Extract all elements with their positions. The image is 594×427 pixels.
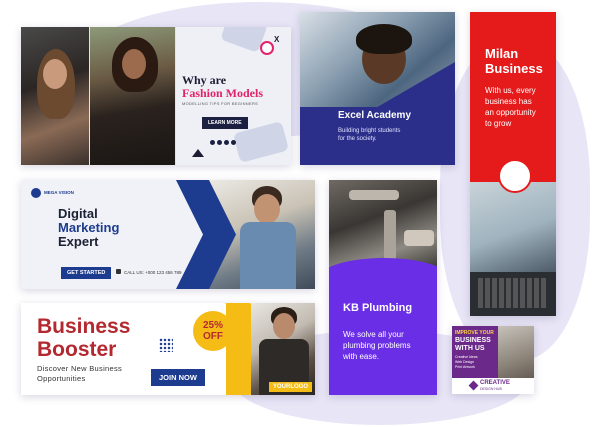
close-icon[interactable]: X xyxy=(274,35,279,44)
milan-title-line2: Business xyxy=(485,61,543,76)
booster-title-line2: Booster xyxy=(37,338,117,361)
digital-title-line3: Expert xyxy=(58,234,99,249)
booster-sub-line1: Discover New Business xyxy=(37,364,123,373)
milan-body-line1: With us, every xyxy=(485,86,536,95)
creative-line1: IMPROVE YOUR xyxy=(455,330,494,336)
creative-logo-line1: CREATIVE xyxy=(480,380,510,386)
model-photo-2 xyxy=(90,27,175,165)
booster-title-line1: Business xyxy=(37,315,131,338)
digital-title-line2: Marketing xyxy=(58,220,120,235)
dot-grid-decor xyxy=(159,338,173,352)
linkedin-icon[interactable] xyxy=(231,140,236,145)
model-photo-1 xyxy=(21,27,89,165)
excel-title: Excel Academy xyxy=(338,110,412,121)
excel-academy-post[interactable]: Excel Academy Building bright students f… xyxy=(300,12,455,165)
triangle-icon xyxy=(192,149,204,157)
creative-service-3: Print Artwork xyxy=(455,365,475,369)
digital-marketing-banner[interactable]: MEGA VISION Digital Marketing Expert GET… xyxy=(21,180,315,289)
brand-name: MEGA VISION xyxy=(44,190,74,195)
creative-logo-line2: DESIGN HUB xyxy=(480,387,502,391)
milan-body-line4: to grow xyxy=(485,119,512,128)
purple-wave-decor xyxy=(329,258,437,298)
twitter-icon[interactable] xyxy=(217,140,222,145)
fashion-models-banner[interactable]: X Why are Fashion Models MODELLING TIPS … xyxy=(21,27,291,165)
digital-title-line1: Digital xyxy=(58,206,98,221)
discount-off: OFF xyxy=(203,331,223,342)
laptop-photo xyxy=(470,182,556,316)
creative-design-post[interactable]: IMPROVE YOUR BUSINESS WITH US Creative I… xyxy=(452,326,534,394)
learn-more-button[interactable]: LEARN MORE xyxy=(202,117,248,129)
kb-body-line3: with ease. xyxy=(343,352,380,361)
fashion-text-panel: X Why are Fashion Models MODELLING TIPS … xyxy=(176,27,291,165)
kb-plumbing-post[interactable]: KB Plumbing We solve all your plumbing p… xyxy=(329,180,437,395)
milan-body-line3: an opportunity xyxy=(485,108,536,117)
facebook-icon[interactable] xyxy=(210,140,215,145)
creative-line2: BUSINESS xyxy=(455,337,491,344)
kb-title: KB Plumbing xyxy=(343,302,413,314)
creative-line3: WITH US xyxy=(455,345,485,352)
excel-subtitle-line2: for the society. xyxy=(338,136,377,142)
call-number: CALL US: +000 123 456 789 xyxy=(124,270,182,275)
milan-title-line1: Milan xyxy=(485,46,519,61)
discount-badge: 25% OFF xyxy=(193,311,233,351)
business-booster-banner[interactable]: Business Booster Discover New Business O… xyxy=(21,303,315,395)
get-started-button[interactable]: GET STARTED xyxy=(61,267,112,279)
social-icons xyxy=(210,132,238,150)
instagram-icon[interactable] xyxy=(224,140,229,145)
milan-body-line2: business has xyxy=(485,97,532,106)
fashion-title-line2: Fashion Models xyxy=(182,86,264,100)
kb-body-line1: We solve all your xyxy=(343,330,404,339)
booster-sub-line2: Opportunities xyxy=(37,374,86,383)
brand-logo-icon xyxy=(31,188,41,198)
fashion-subtitle: MODELLING TIPS FOR BEGINNERS xyxy=(182,101,259,106)
excel-subtitle-line1: Building bright students xyxy=(338,128,401,134)
milan-business-post[interactable]: Milan Business With us, every business h… xyxy=(470,12,556,316)
creative-footer-bar: CREATIVE DESIGN HUB xyxy=(452,378,534,394)
creative-logo-icon xyxy=(468,380,479,391)
join-now-button[interactable]: JOIN NOW xyxy=(151,369,205,386)
badge-icon xyxy=(260,41,274,55)
milan-circle-decor xyxy=(498,159,532,193)
discount-percent: 25% xyxy=(202,320,223,331)
kb-body-line2: plumbing problems xyxy=(343,341,411,350)
your-logo: YOURLOGO xyxy=(269,382,313,392)
phone-icon xyxy=(116,269,121,274)
